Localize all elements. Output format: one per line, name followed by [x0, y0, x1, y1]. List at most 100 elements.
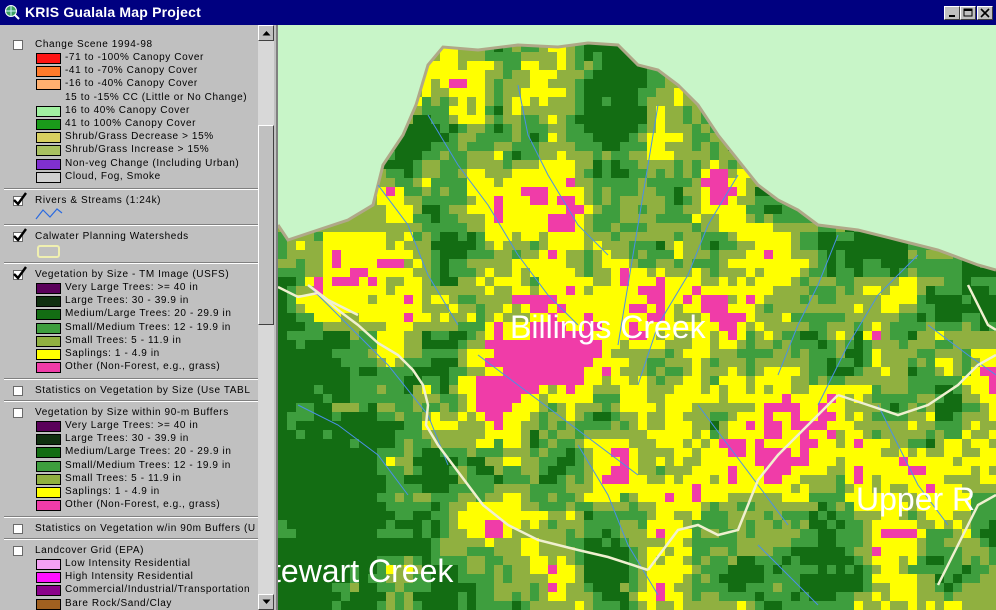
map-raster-cell — [539, 34, 548, 43]
layer-checkbox[interactable] — [13, 546, 23, 556]
scroll-thumb[interactable] — [258, 125, 274, 325]
map-raster-cell — [665, 196, 674, 205]
map-raster-cell — [863, 178, 872, 187]
map-raster-cell — [899, 601, 908, 610]
layer-title[interactable]: Statistics on Vegetation w/in 90m Buffer… — [35, 523, 256, 535]
map-raster-cell — [647, 196, 656, 205]
map-raster-cell — [773, 34, 782, 43]
map-raster-cell — [548, 376, 557, 385]
map-raster-cell — [368, 178, 377, 187]
map-raster-cell — [350, 52, 359, 61]
map-raster-cell — [710, 592, 719, 601]
map-raster-cell — [782, 502, 791, 511]
maximize-button[interactable] — [960, 6, 976, 20]
layer-title[interactable]: Calwater Planning Watersheds — [35, 231, 189, 243]
map-raster-cell — [287, 160, 296, 169]
map-raster-cell — [764, 232, 773, 241]
scroll-up-button[interactable] — [258, 25, 274, 41]
minimize-button[interactable] — [944, 6, 960, 20]
map-raster-cell — [944, 97, 953, 106]
map-raster-cell — [332, 34, 341, 43]
map-raster-cell — [350, 232, 359, 241]
map-raster-cell — [530, 196, 539, 205]
map-raster-cell — [863, 124, 872, 133]
map-raster-cell — [647, 412, 656, 421]
map-raster-cell — [827, 340, 836, 349]
legend-item-label: Shrub/Grass Decrease > 15% — [65, 131, 214, 143]
map-raster-cell — [647, 448, 656, 457]
map-raster-cell — [962, 178, 971, 187]
map-raster-cell — [953, 34, 962, 43]
close-button[interactable] — [977, 6, 993, 20]
map-raster-cell — [656, 403, 665, 412]
layer-checkbox[interactable] — [13, 408, 23, 418]
map-raster-cell — [521, 484, 530, 493]
legend-swatch — [36, 559, 61, 570]
map-raster-cell — [917, 25, 926, 34]
layer-checkbox[interactable] — [13, 40, 23, 50]
layer-title[interactable]: Rivers & Streams (1:24k) — [35, 195, 161, 207]
map-raster-cell — [395, 493, 404, 502]
map-raster-cell — [872, 142, 881, 151]
toc-scrollbar[interactable] — [258, 25, 274, 610]
map-raster-cell — [953, 43, 962, 52]
map-raster-cell — [557, 106, 566, 115]
map-raster-cell — [368, 313, 377, 322]
map-raster-cell — [791, 169, 800, 178]
map-raster-cell — [737, 286, 746, 295]
map-raster-cell — [782, 385, 791, 394]
map-raster-cell — [692, 160, 701, 169]
map-raster-cell — [476, 529, 485, 538]
layer-title[interactable]: Vegetation by Size within 90-m Buffers — [35, 407, 229, 419]
map-raster-cell — [818, 79, 827, 88]
map-raster-cell — [674, 538, 683, 547]
map-raster-cell — [692, 70, 701, 79]
map-raster-cell — [359, 52, 368, 61]
layer-title[interactable]: Landcover Grid (EPA) — [35, 545, 144, 557]
map-raster-cell — [755, 376, 764, 385]
map-raster-cell — [530, 34, 539, 43]
map-raster-cell — [890, 421, 899, 430]
map-raster-cell — [494, 403, 503, 412]
map-raster-cell — [908, 412, 917, 421]
map-raster-cell — [971, 583, 980, 592]
layer-checkbox[interactable] — [13, 524, 23, 534]
map-raster-cell — [674, 367, 683, 376]
map-raster-cell — [503, 475, 512, 484]
map-raster-cell — [278, 529, 287, 538]
map-raster-cell — [377, 529, 386, 538]
map-raster-cell — [449, 88, 458, 97]
scroll-down-button[interactable] — [258, 594, 274, 610]
map-view[interactable]: Billings Creek Upper R tewart Creek — [276, 25, 996, 610]
map-raster-cell — [863, 34, 872, 43]
map-raster-cell — [368, 52, 377, 61]
map-raster-cell — [701, 358, 710, 367]
layer-title[interactable]: Change Scene 1994-98 — [35, 39, 153, 51]
map-raster-cell — [557, 556, 566, 565]
map-raster-cell — [746, 124, 755, 133]
layer-checkbox[interactable] — [13, 228, 27, 242]
layer-checkbox[interactable] — [13, 386, 23, 396]
map-raster-cell — [602, 394, 611, 403]
layer-checkbox[interactable] — [13, 266, 27, 280]
layer-title[interactable]: Statistics on Vegetation by Size (Use TA… — [35, 385, 250, 397]
map-raster-cell — [674, 133, 683, 142]
map-raster-cell — [719, 502, 728, 511]
map-raster-cell — [773, 493, 782, 502]
legend-swatch — [36, 585, 61, 597]
layer-title[interactable]: Vegetation by Size - TM Image (USFS) — [35, 269, 229, 281]
map-raster-cell — [710, 25, 719, 34]
map-raster-cell — [854, 367, 863, 376]
map-raster-cell — [683, 583, 692, 592]
map-raster-cell — [539, 268, 548, 277]
layer-checkbox[interactable] — [13, 192, 27, 206]
map-raster-cell — [989, 601, 996, 610]
map-raster-cell — [683, 205, 692, 214]
map-raster-cell — [440, 106, 449, 115]
map-raster-cell — [971, 394, 980, 403]
map-raster-cell — [512, 574, 521, 583]
map-raster-cell — [737, 394, 746, 403]
map-raster-cell — [350, 403, 359, 412]
map-raster-cell — [701, 295, 710, 304]
map-raster-cell — [953, 241, 962, 250]
